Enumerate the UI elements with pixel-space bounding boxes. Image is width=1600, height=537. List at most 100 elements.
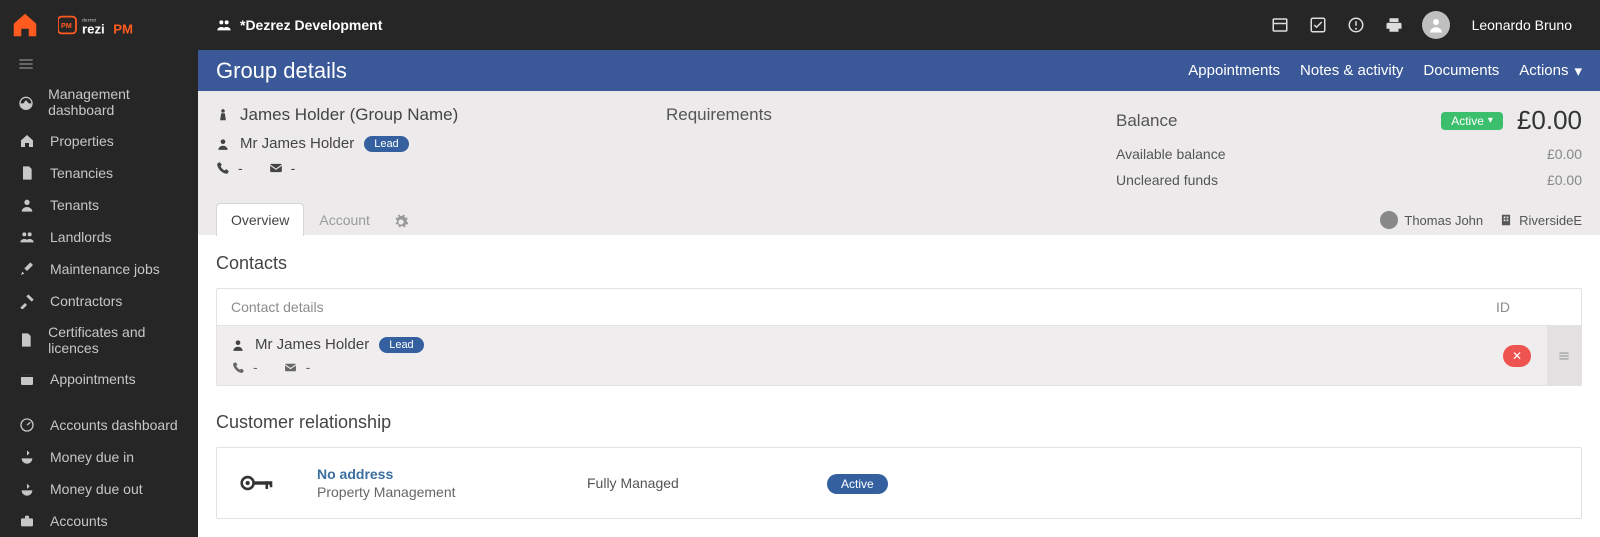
content: Group details Appointments Notes & activ… — [198, 50, 1600, 537]
meta: Thomas John RiversideE — [1380, 211, 1582, 235]
sidebar-item-label: Landlords — [50, 229, 112, 245]
svg-text:PM: PM — [113, 21, 133, 36]
mail-icon — [269, 161, 283, 175]
subtab-overview[interactable]: Overview — [216, 203, 304, 236]
svg-text:PM: PM — [61, 21, 72, 30]
sidebar-item-accounts-dashboard[interactable]: Accounts dashboard — [0, 409, 198, 441]
balance-header: Balance Active ▾ £0.00 — [1116, 105, 1582, 136]
contact-icons: - - — [216, 160, 666, 176]
person-icon — [18, 196, 36, 214]
sidebar-item-tenancies[interactable]: Tenancies — [0, 157, 198, 189]
sidebar-item-certificates[interactable]: Certificates and licences — [0, 317, 198, 363]
sidebar-item-label: Accounts dashboard — [50, 417, 178, 433]
briefcase-icon — [18, 512, 36, 530]
alert-icon[interactable] — [1346, 15, 1366, 35]
row-phone: - — [231, 359, 258, 375]
sidebar-item-tenants[interactable]: Tenants — [0, 189, 198, 221]
check-icon[interactable] — [1308, 15, 1328, 35]
tab-actions[interactable]: Actions ▾ — [1519, 62, 1582, 80]
hammer-icon — [18, 292, 36, 310]
sidebar-item-accounts[interactable]: Accounts — [0, 505, 198, 537]
gauge2-icon — [18, 416, 36, 434]
relationship-card[interactable]: No address Property Management Fully Man… — [216, 447, 1582, 519]
print-icon[interactable] — [1384, 15, 1404, 35]
home-icon — [18, 132, 36, 150]
sidebar-item-label: Management dashboard — [48, 86, 184, 118]
sidebar-item-maintenance[interactable]: Maintenance jobs — [0, 253, 198, 285]
tab-documents[interactable]: Documents — [1423, 62, 1499, 79]
relationship-service: Fully Managed — [587, 475, 787, 491]
row-person-name: Mr James Holder — [255, 336, 369, 353]
row-person-line: Mr James Holder Lead — [231, 336, 1473, 353]
owner-name: Thomas John — [1404, 213, 1483, 228]
sidebar-item-contractors[interactable]: Contractors — [0, 285, 198, 317]
sidebar-item-label: Certificates and licences — [48, 324, 184, 356]
sidebar-item-label: Accounts — [50, 513, 108, 529]
group-name: James Holder (Group Name) — [216, 105, 666, 125]
branch[interactable]: RiversideE — [1499, 213, 1582, 228]
status-badge[interactable]: Active ▾ — [1441, 112, 1503, 130]
sidebar-item-properties[interactable]: Properties — [0, 125, 198, 157]
tab-appointments[interactable]: Appointments — [1188, 62, 1280, 79]
bluebar-tabs: Appointments Notes & activity Documents … — [1188, 62, 1582, 80]
sidebar-item-appointments[interactable]: Appointments — [0, 363, 198, 395]
page-title: Group details — [216, 58, 347, 84]
sidebar-item-label: Tenancies — [50, 165, 113, 181]
subtabs: Overview Account — [216, 202, 417, 235]
sidebar-item-money-out[interactable]: Money due out — [0, 473, 198, 505]
logo-r-icon[interactable] — [0, 10, 50, 40]
sidebar: Management dashboard Properties Tenancie… — [0, 50, 198, 537]
gear-icon[interactable] — [385, 208, 417, 236]
sidebar-item-management-dashboard[interactable]: Management dashboard — [0, 79, 198, 125]
summary-strip: James Holder (Group Name) Mr James Holde… — [198, 91, 1600, 235]
svg-text:rezi: rezi — [82, 21, 105, 36]
tab-notes[interactable]: Notes & activity — [1300, 62, 1403, 79]
subtab-account[interactable]: Account — [304, 203, 385, 236]
phone-icon — [216, 161, 230, 175]
requirements-title: Requirements — [666, 105, 1116, 125]
tools-icon — [18, 260, 36, 278]
status-text: Active — [1451, 114, 1484, 128]
avatar[interactable] — [1422, 11, 1450, 39]
person-line: Mr James Holder Lead — [216, 135, 666, 152]
sidebar-item-label: Appointments — [50, 371, 136, 387]
caret-down-icon: ▾ — [1488, 115, 1493, 126]
relationship-heading: Customer relationship — [216, 412, 1582, 433]
contacts-thead: Contact details ID — [217, 289, 1581, 325]
doc-icon — [18, 164, 36, 182]
group-icon — [216, 106, 230, 124]
sidebar-item-label: Properties — [50, 133, 114, 149]
grid-icon[interactable] — [1270, 15, 1290, 35]
logo-rezipm[interactable]: PM dezrez rezi PM — [50, 11, 198, 39]
topbar: PM dezrez rezi PM *Dezrez Development Le… — [0, 0, 1600, 50]
users-icon — [18, 228, 36, 246]
email-value: - — [269, 160, 296, 176]
sidebar-collapse-icon[interactable] — [0, 50, 198, 79]
contacts-heading: Contacts — [216, 253, 1582, 274]
bluebar: Group details Appointments Notes & activ… — [198, 50, 1600, 91]
workspace-tab[interactable]: *Dezrez Development — [198, 17, 400, 33]
sidebar-item-label: Maintenance jobs — [50, 261, 160, 277]
no-address-link[interactable]: No address — [317, 466, 547, 482]
sidebar-item-money-in[interactable]: Money due in — [0, 441, 198, 473]
sidebar-item-label: Tenants — [50, 197, 99, 213]
row-remove-button[interactable]: ✕ — [1503, 345, 1531, 367]
owner[interactable]: Thomas John — [1380, 211, 1483, 229]
balance-sub-label: Available balance — [1116, 146, 1226, 162]
branch-name: RiversideE — [1519, 213, 1582, 228]
balance-sub-label: Uncleared funds — [1116, 172, 1218, 188]
row-menu-button[interactable] — [1547, 326, 1581, 385]
balance-sub-value: £0.00 — [1547, 172, 1582, 188]
page-icon — [18, 331, 34, 349]
row-contact-icons: - - — [231, 359, 1473, 375]
key-icon — [237, 472, 277, 494]
sidebar-item-landlords[interactable]: Landlords — [0, 221, 198, 253]
col-id-header: ID — [1473, 299, 1533, 315]
username[interactable]: Leonardo Bruno — [1468, 17, 1590, 33]
tab-actions-label: Actions — [1519, 62, 1568, 79]
money-out-icon — [18, 480, 36, 498]
lead-pill: Lead — [364, 136, 408, 152]
gauge-icon — [18, 93, 34, 111]
balance-amount: £0.00 — [1517, 105, 1582, 136]
col-details-header: Contact details — [231, 299, 1473, 315]
